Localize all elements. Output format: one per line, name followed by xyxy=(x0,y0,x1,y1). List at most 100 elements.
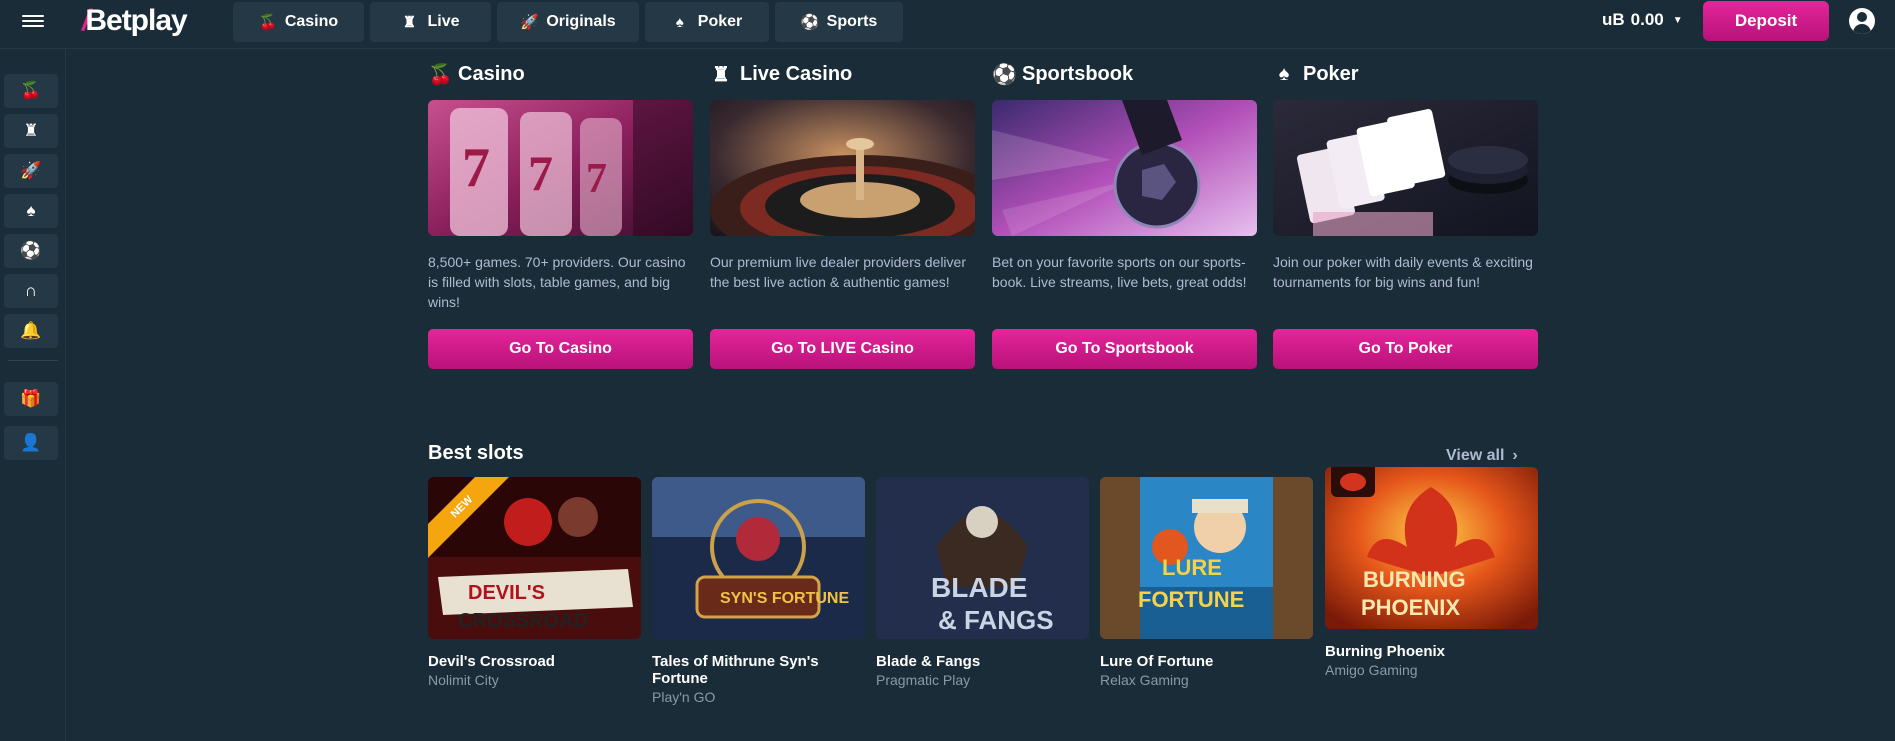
category-description: Our premium live dealer providers delive… xyxy=(710,254,966,290)
game-thumbnail[interactable]: SYN'S FORTUNE xyxy=(652,477,865,639)
game-thumbnail[interactable]: DEVIL'S CROSSROAD NEW xyxy=(428,477,641,639)
live-casino-category-image[interactable] xyxy=(710,100,975,236)
game-art-text: BLADE xyxy=(931,572,1027,603)
cherries-icon: 🍒 xyxy=(428,63,453,86)
svg-text:7: 7 xyxy=(528,145,553,201)
go-to-casino-button[interactable]: Go To Casino xyxy=(428,329,693,369)
game-art-text: PHOENIX xyxy=(1361,595,1460,620)
category-card-poker: ♠ Poker Join our poker with daily events… xyxy=(1273,60,1538,369)
spade-icon: ♠ xyxy=(26,201,36,220)
game-thumbnail[interactable]: BLADE & FANGS xyxy=(876,477,1089,639)
game-title: Devil's Crossroad xyxy=(428,653,555,670)
gift-icon: 🎁 xyxy=(20,389,42,408)
nav-poker-button[interactable]: ♠ Poker xyxy=(645,2,769,42)
ball-icon: ⚽ xyxy=(992,63,1017,86)
game-art-text: FORTUNE xyxy=(1138,587,1244,612)
svg-text:7: 7 xyxy=(462,137,490,199)
studio-logo-badge xyxy=(1331,467,1375,497)
rocket-icon: 🚀 xyxy=(520,14,539,31)
sidebar-divider xyxy=(8,360,58,361)
category-title: ⚽ Sportsbook xyxy=(992,60,1257,88)
category-card-live-casino: ♜ Live Casino Our premium live dealer pr… xyxy=(710,60,975,369)
game-thumbnail[interactable]: LURE FORTUNE xyxy=(1100,477,1313,639)
best-slots-title: Best slots xyxy=(428,442,524,464)
go-to-poker-button[interactable]: Go To Poker xyxy=(1273,329,1538,369)
top-nav: 🍒 Casino ♜ Live 🚀 Originals ♠ Poker ⚽ Sp… xyxy=(233,2,903,42)
currency-symbol: uB xyxy=(1602,10,1625,29)
top-bar: / Betplay 🍒 Casino ♜ Live 🚀 Originals ♠ … xyxy=(0,0,1895,49)
sportsbook-category-image[interactable] xyxy=(992,100,1257,236)
sidebar-item-notifications[interactable]: 🔔 xyxy=(4,314,58,348)
cherries-icon: 🍒 xyxy=(20,81,42,100)
game-art-text: SYN'S FORTUNE xyxy=(720,590,849,607)
game-title: Burning Phoenix xyxy=(1325,643,1445,660)
user-profile-icon[interactable] xyxy=(1849,8,1875,34)
category-title: 🍒 Casino xyxy=(428,60,693,88)
deposit-button[interactable]: Deposit xyxy=(1703,1,1829,41)
go-to-live-casino-button[interactable]: Go To LIVE Casino xyxy=(710,329,975,369)
live-dealer-icon: ♜ xyxy=(402,14,417,31)
hamburger-menu-icon[interactable] xyxy=(22,12,44,28)
category-title: ♜ Live Casino xyxy=(710,60,975,88)
cherries-icon: 🍒 xyxy=(258,14,278,31)
nav-sports-button[interactable]: ⚽ Sports xyxy=(775,2,903,42)
spade-icon: ♠ xyxy=(675,13,684,31)
sidebar-item-sports[interactable]: ⚽ xyxy=(4,234,58,268)
game-provider: Nolimit City xyxy=(428,672,499,688)
new-badge-label: NEW xyxy=(428,477,512,558)
sidebar-item-casino[interactable]: 🍒 xyxy=(4,74,58,108)
game-card-blade-fangs[interactable]: BLADE & FANGS Blade & Fangs Pragmatic Pl… xyxy=(876,477,1089,688)
category-description: 8,500+ games. 70+ providers. Our casino … xyxy=(428,254,686,310)
category-title-text: Live Casino xyxy=(740,62,853,85)
nav-originals-button[interactable]: 🚀 Originals xyxy=(497,2,639,42)
nav-label: Originals xyxy=(546,13,616,30)
chevron-right-icon: › xyxy=(1512,447,1518,464)
live-dealer-icon: ♜ xyxy=(712,63,730,86)
category-title-text: Poker xyxy=(1303,62,1359,85)
game-provider: Play'n GO xyxy=(652,689,716,705)
sidebar-item-originals[interactable]: 🚀 xyxy=(4,154,58,188)
game-thumbnail[interactable]: BURNING PHOENIX xyxy=(1325,467,1538,629)
chevron-down-icon: ▼ xyxy=(1672,14,1683,26)
category-description: Join our poker with daily events & excit… xyxy=(1273,254,1533,290)
nav-label: Live xyxy=(427,13,460,30)
sidebar-item-poker[interactable]: ♠ xyxy=(4,194,58,228)
nav-casino-button[interactable]: 🍒 Casino xyxy=(233,2,364,42)
bell-icon: 🔔 xyxy=(20,321,42,340)
poker-category-image[interactable] xyxy=(1273,100,1538,236)
balance-selector[interactable]: uB 0.00 ▼ xyxy=(1602,10,1683,30)
category-title-text: Casino xyxy=(458,62,525,85)
game-provider: Relax Gaming xyxy=(1100,672,1189,688)
sidebar-item-racing[interactable]: ∩ xyxy=(4,274,58,308)
game-art-text: CROSSROAD xyxy=(458,610,588,632)
spade-icon: ♠ xyxy=(1278,62,1290,85)
game-title: Blade & Fangs xyxy=(876,653,981,670)
nav-label: Sports xyxy=(826,13,878,30)
game-provider: Amigo Gaming xyxy=(1325,662,1418,678)
balance-value: 0.00 xyxy=(1630,10,1664,29)
game-card-burning-phoenix[interactable]: BURNING PHOENIX Burning Phoenix Amigo Ga… xyxy=(1325,467,1538,678)
game-card-syns-fortune[interactable]: SYN'S FORTUNE Tales of Mithrune Syn's Fo… xyxy=(652,477,865,705)
sidebar-item-promotions[interactable]: 🎁 xyxy=(4,382,58,416)
casino-category-image[interactable]: 7 7 7 xyxy=(428,100,693,236)
game-card-lure-of-fortune[interactable]: LURE FORTUNE Lure Of Fortune Relax Gamin… xyxy=(1100,477,1313,688)
game-title: Tales of Mithrune Syn's Fortune xyxy=(652,653,819,687)
go-to-sportsbook-button[interactable]: Go To Sportsbook xyxy=(992,329,1257,369)
sidebar: 🍒 ♜ 🚀 ♠ ⚽ ∩ 🔔 🎁 👤 xyxy=(0,49,66,741)
horseshoe-icon: ∩ xyxy=(24,281,38,300)
game-art-text: & FANGS xyxy=(938,605,1054,635)
sidebar-item-support[interactable]: 👤 xyxy=(4,426,58,460)
betplay-logo[interactable]: / Betplay xyxy=(82,4,188,38)
game-art-text: BURNING xyxy=(1363,567,1466,592)
rocket-icon: 🚀 xyxy=(20,161,42,180)
nav-live-button[interactable]: ♜ Live xyxy=(370,2,491,42)
game-card-devils-crossroad[interactable]: DEVIL'S CROSSROAD NEW Devil's Crossroad … xyxy=(428,477,641,688)
ball-icon: ⚽ xyxy=(800,14,820,31)
category-description: Bet on your favorite sports on our sport… xyxy=(992,254,1247,290)
category-title-text: Sportsbook xyxy=(1022,62,1134,85)
logo-text: Betplay xyxy=(85,4,187,37)
game-provider: Pragmatic Play xyxy=(876,672,971,688)
sidebar-item-live[interactable]: ♜ xyxy=(4,114,58,148)
new-badge: NEW xyxy=(428,477,512,561)
view-all-link[interactable]: View all › xyxy=(1446,447,1518,465)
